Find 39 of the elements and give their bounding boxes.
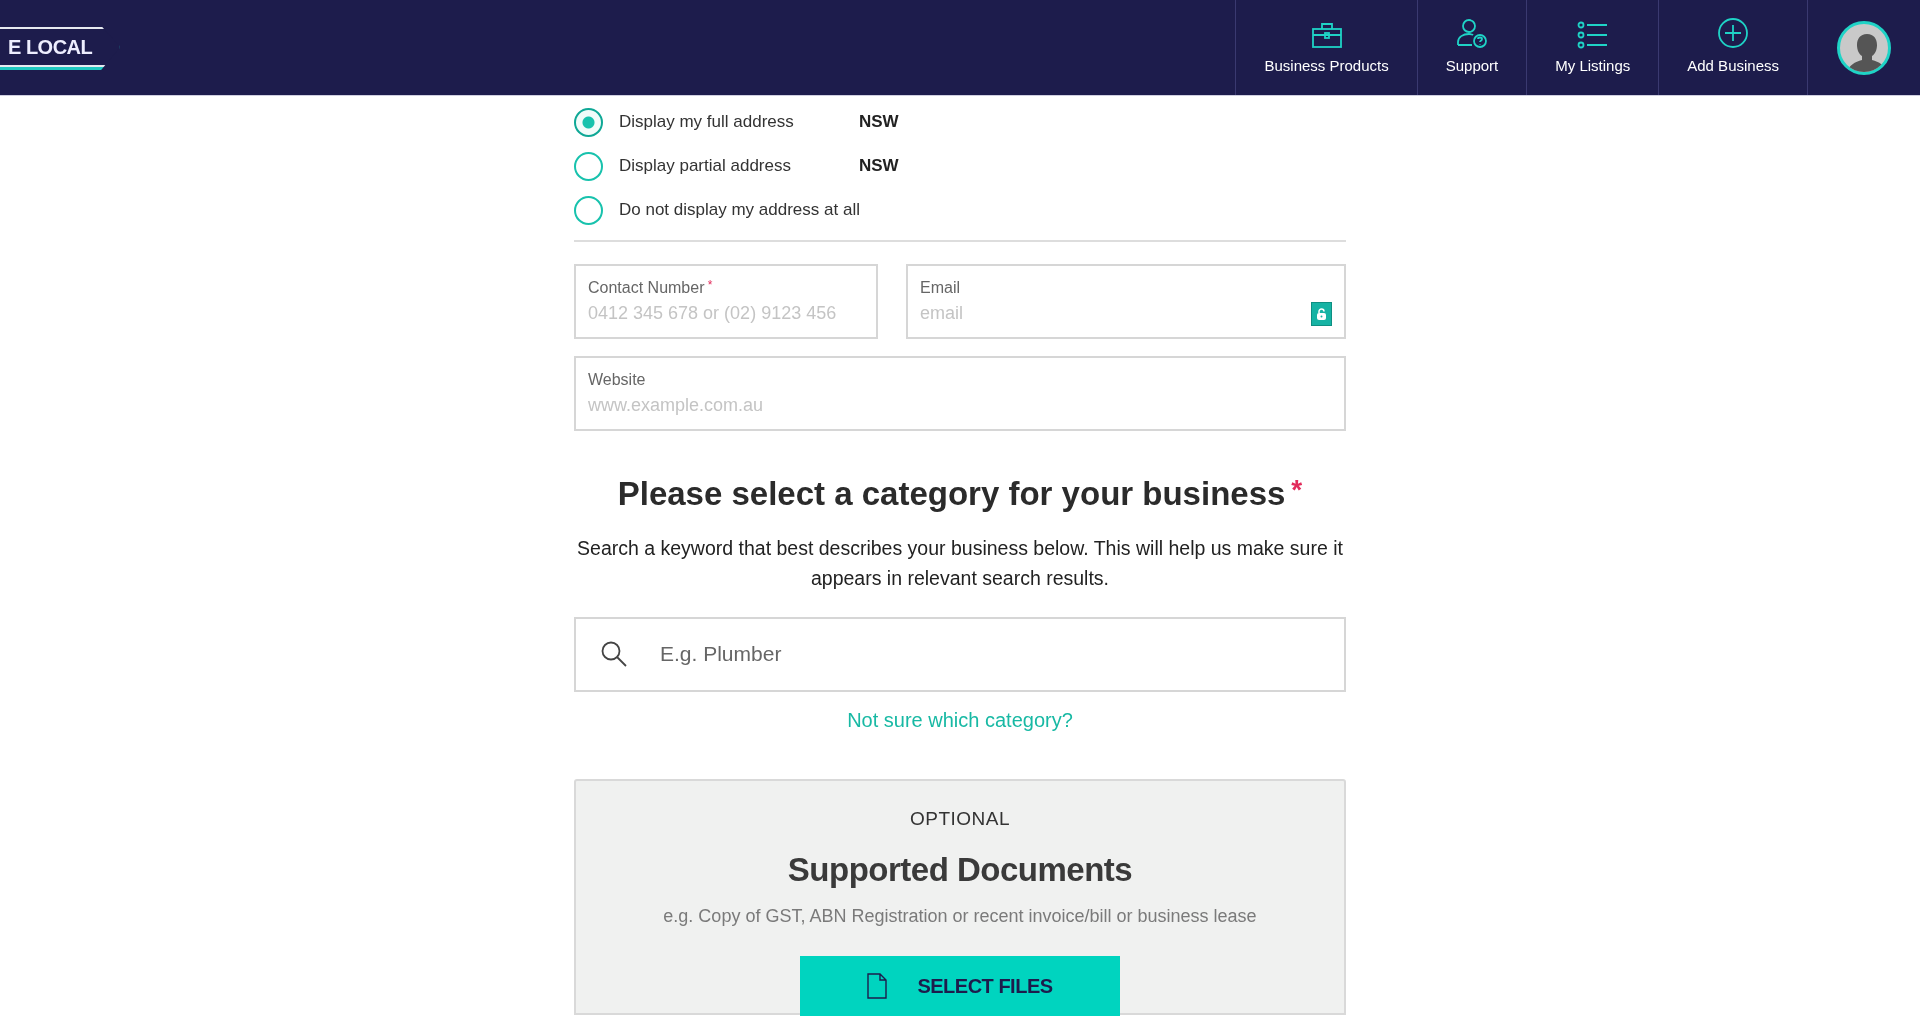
field-label: Website — [588, 370, 647, 390]
input-field[interactable]: 0412 345 678 or (02) 9123 456 — [588, 300, 868, 327]
option-label: Display my full address — [619, 111, 795, 134]
select-files-button[interactable]: SELECT FILES — [800, 955, 1120, 1016]
field-label: Contact Number * — [588, 277, 714, 298]
section-heading: Please select a category for your business — [617, 475, 1286, 512]
state-value: NSW — [859, 111, 899, 134]
nav-item[interactable]: Support — [1417, 0, 1528, 95]
support-person-icon — [1455, 16, 1488, 49]
required-mark: * — [1291, 474, 1303, 505]
logo[interactable]: E LOCAL — [0, 27, 121, 67]
radio-button[interactable] — [574, 195, 603, 225]
document-icon — [867, 972, 888, 999]
text-field[interactable]: Website www.example.com.au — [574, 356, 1346, 431]
text-field[interactable]: Email email — [906, 264, 1346, 339]
plus-circle-icon — [1717, 16, 1750, 49]
lock-icon — [1316, 308, 1327, 320]
section-heading: Supported Documents — [786, 850, 1134, 890]
option-label: Do not display my address at all — [619, 199, 860, 222]
lock-button[interactable] — [1311, 302, 1332, 326]
nav-item[interactable]: My Listings — [1527, 0, 1660, 95]
text-field[interactable]: Contact Number * 0412 345 678 or (02) 9123 456 — [574, 264, 878, 339]
briefcase-icon — [1310, 20, 1343, 49]
nav-item[interactable]: Add Business — [1659, 0, 1808, 95]
description-text: Search a keyword that best describes your business below. This will help us make sure it appears in relevant search results. — [576, 535, 1344, 591]
search-bar[interactable]: E.g. Plumber — [574, 616, 1346, 692]
list-icon — [1576, 20, 1609, 49]
nav-item[interactable]: Business Products — [1236, 0, 1418, 95]
input-field[interactable]: email — [920, 300, 1302, 327]
radio-button[interactable] — [574, 107, 603, 137]
description-text: e.g. Copy of GST, ABN Registration or recent invoice/bill or business lease — [662, 904, 1258, 928]
option-label: Display partial address — [619, 155, 792, 178]
search-icon — [600, 640, 628, 668]
input-field[interactable]: www.example.com.au — [588, 392, 1336, 419]
avatar[interactable] — [1837, 20, 1891, 75]
state-value: NSW — [859, 155, 899, 178]
field-label: Email — [920, 278, 961, 298]
radio-button[interactable] — [574, 151, 603, 181]
section-kicker: OPTIONAL — [908, 806, 1012, 831]
